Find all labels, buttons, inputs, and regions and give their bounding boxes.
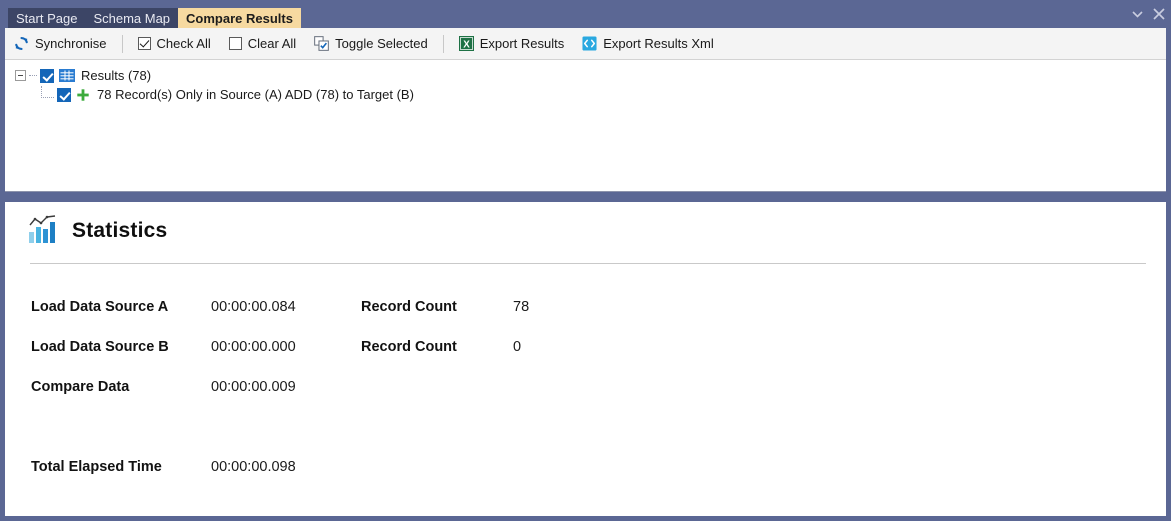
tree-node-records-only-in-source[interactable]: 78 Record(s) Only in Source (A) ADD (78)…: [5, 85, 1166, 104]
checkbox-empty-icon: [228, 37, 242, 50]
row-value-total-elapsed-time: 00:00:00.098: [211, 459, 296, 475]
tab-strip: Start Page Schema Map Compare Results: [8, 8, 301, 28]
tree-line: [29, 74, 37, 77]
statistics-header: Statistics: [5, 202, 1166, 247]
xml-export-icon: [582, 36, 597, 51]
statistics-panel: Statistics Load Data Source A 00:00:00.0…: [5, 202, 1166, 516]
excel-export-icon: X: [458, 36, 474, 51]
row-label-total-elapsed-time: Total Elapsed Time: [31, 459, 162, 475]
statistics-icon: [28, 214, 58, 247]
grid-icon: [59, 69, 75, 82]
statistics-title: Statistics: [72, 218, 168, 242]
row-label-compare-data: Compare Data: [31, 379, 130, 395]
check-all-button[interactable]: Check All: [130, 31, 219, 57]
export-results-button[interactable]: X Export Results: [451, 31, 573, 57]
checkbox-checked-icon: [137, 37, 151, 50]
row-value-record-count-a: 78: [513, 299, 530, 315]
synchronise-button[interactable]: Synchronise: [6, 31, 115, 57]
svg-text:X: X: [463, 39, 470, 50]
clear-all-button[interactable]: Clear All: [221, 31, 304, 57]
tree-node-results[interactable]: Results (78): [5, 66, 1166, 85]
tab-start-page-label: Start Page: [16, 10, 78, 26]
table-row: Load Data Source B 00:00:00.000 Record C…: [31, 327, 1166, 367]
table-row: Load Data Source A 00:00:00.084 Record C…: [31, 287, 1166, 327]
application-window: Start Page Schema Map Compare Results Sy…: [0, 0, 1171, 521]
tab-schema-map-label: Schema Map: [93, 10, 171, 26]
toggle-selected-button[interactable]: Toggle Selected: [306, 31, 436, 57]
export-results-xml-label: Export Results Xml: [603, 36, 714, 51]
clear-all-label: Clear All: [247, 36, 297, 51]
toolbar-separator: [121, 34, 123, 53]
toggle-selected-label: Toggle Selected: [335, 36, 428, 51]
row-label-record-count-b: Record Count: [361, 339, 457, 355]
table-row: Compare Data 00:00:00.009: [31, 367, 1166, 407]
window-controls: [1132, 8, 1165, 20]
row-value-load-data-source-a: 00:00:00.084: [211, 299, 296, 315]
results-tree-panel: Results (78) 78 Record(s) Only in Source…: [5, 60, 1166, 192]
tab-schema-map[interactable]: Schema Map: [85, 8, 179, 28]
results-toolbar: Synchronise Check All Clear All Toggle S…: [5, 28, 1166, 60]
collapse-icon[interactable]: [15, 70, 26, 81]
toggle-selected-icon: [314, 36, 330, 51]
table-row-total: Total Elapsed Time 00:00:00.098: [31, 447, 1166, 487]
row-value-record-count-b: 0: [513, 339, 522, 355]
tree-line-elbow: [41, 86, 54, 98]
tab-compare-results-label: Compare Results: [186, 10, 293, 26]
row-label-load-data-source-b: Load Data Source B: [31, 339, 169, 355]
title-bar: Start Page Schema Map Compare Results: [0, 0, 1171, 28]
tree-checkbox-records[interactable]: [57, 87, 71, 102]
statistics-table: Load Data Source A 00:00:00.084 Record C…: [5, 287, 1166, 487]
tree-checkbox-results[interactable]: [40, 68, 54, 83]
close-icon[interactable]: [1153, 8, 1165, 20]
check-all-label: Check All: [156, 36, 211, 51]
plus-icon: [76, 88, 90, 102]
client-area: Synchronise Check All Clear All Toggle S…: [0, 28, 1171, 521]
row-value-load-data-source-b: 00:00:00.000: [211, 339, 296, 355]
tab-start-page[interactable]: Start Page: [8, 8, 86, 28]
chevron-down-icon[interactable]: [1132, 10, 1143, 18]
row-label-load-data-source-a: Load Data Source A: [31, 299, 169, 315]
row-label-record-count-a: Record Count: [361, 299, 457, 315]
tree-node-records-label: 78 Record(s) Only in Source (A) ADD (78)…: [97, 87, 414, 102]
tree-node-results-label: Results (78): [81, 68, 152, 83]
toolbar-separator-2: [442, 34, 444, 53]
sync-icon: [14, 36, 29, 51]
tab-compare-results[interactable]: Compare Results: [178, 8, 301, 28]
export-results-xml-button[interactable]: Export Results Xml: [574, 31, 722, 57]
statistics-divider: [30, 263, 1146, 264]
row-value-compare-data: 00:00:00.009: [211, 379, 296, 395]
export-results-label: Export Results: [479, 36, 565, 51]
synchronise-label: Synchronise: [35, 36, 107, 51]
